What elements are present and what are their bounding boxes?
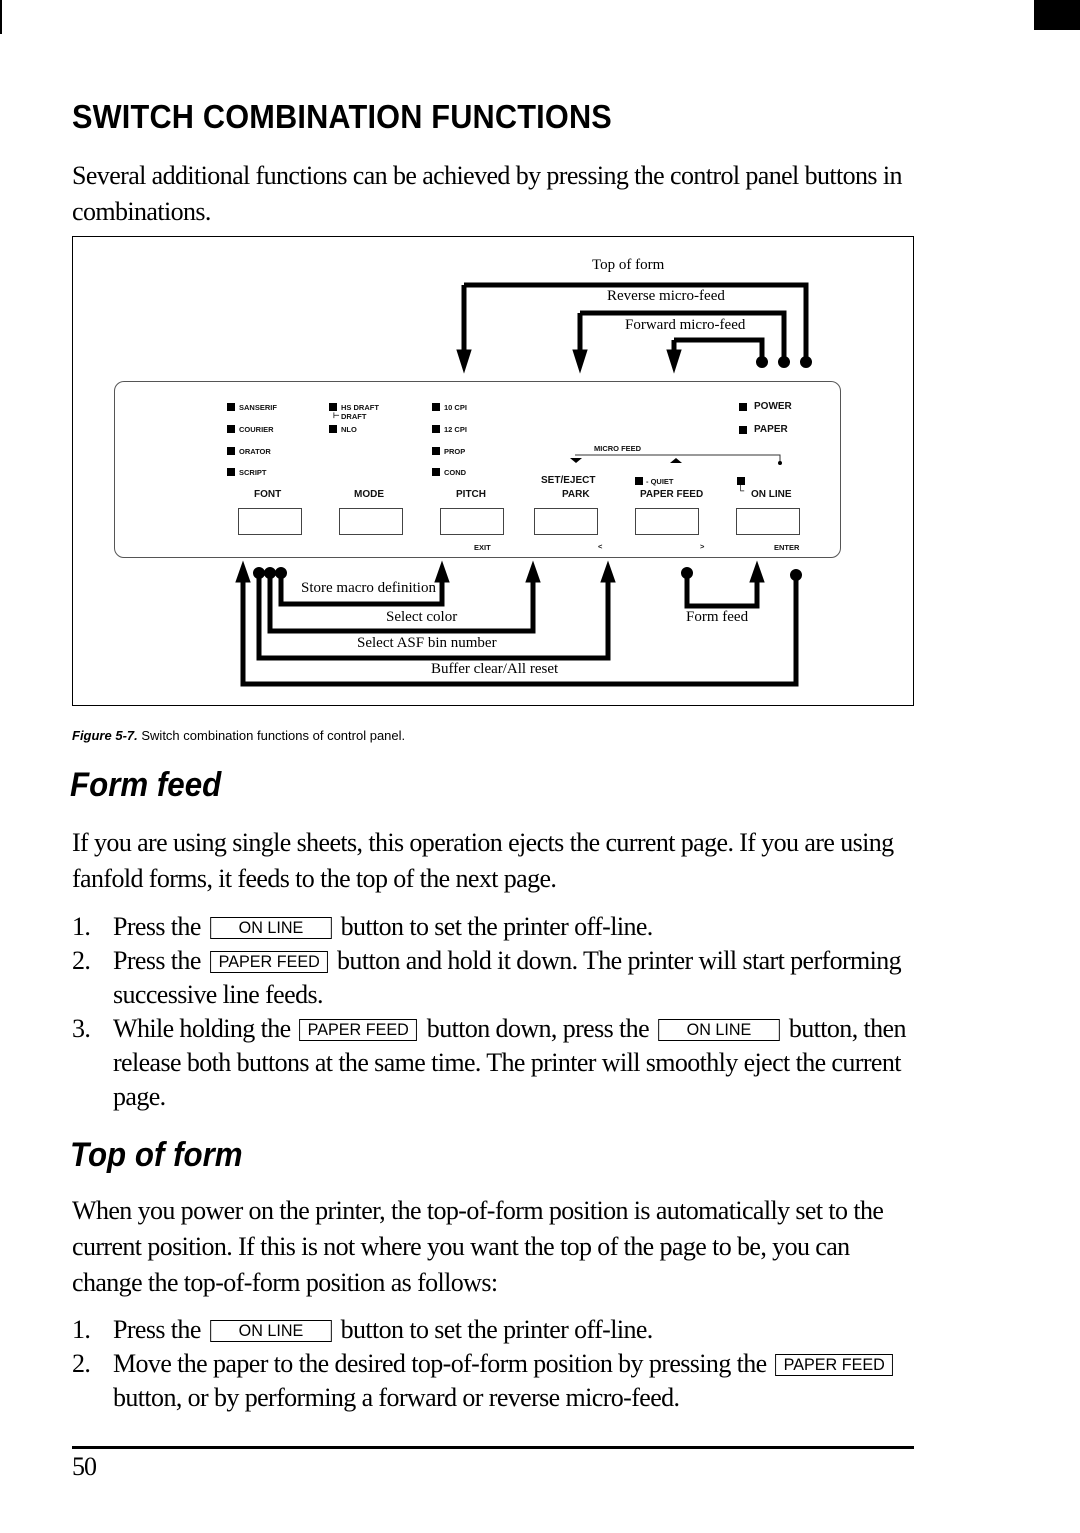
step-item: 2. Press the PAPER FEED button and hold …	[72, 946, 902, 1009]
set-eject-park-button[interactable]	[534, 508, 598, 535]
form-feed-steps: 1. Press the ON LINE button to set the p…	[72, 910, 917, 1114]
paper-feed-button-label: PAPER FEED	[640, 489, 704, 500]
paper-feed-key: PAPER FEED	[775, 1354, 894, 1376]
online-key: ON LINE	[209, 1320, 332, 1342]
online-button-label: ON LINE	[751, 489, 792, 500]
set-eject-label: SET/EJECT	[541, 475, 596, 486]
mode-button-label: MODE	[354, 489, 384, 500]
paper-feed-key: PAPER FEED	[209, 951, 328, 973]
step-item: 1. Press the ON LINE button to set the p…	[72, 912, 653, 941]
footer-rule	[72, 1446, 914, 1449]
font-button-label: FONT	[254, 489, 282, 500]
form-feed-paragraph: If you are using single sheets, this ope…	[72, 828, 894, 893]
park-label: PARK	[562, 489, 590, 500]
quiet-label: - QUIET	[646, 477, 674, 486]
online-key: ON LINE	[209, 917, 332, 939]
form-feed-heading: Form feed	[70, 766, 222, 804]
online-bracket: └	[737, 486, 745, 497]
caption-text: Switch combination functions of control …	[141, 728, 406, 743]
right-label: >	[700, 542, 705, 551]
top-of-form-paragraph: When you power on the printer, the top-o…	[72, 1196, 884, 1297]
micro-feed-up-icon	[670, 458, 682, 463]
top-of-form-steps: 1. Press the ON LINE button to set the p…	[72, 1313, 917, 1415]
mode-button[interactable]	[339, 508, 403, 535]
page-number: 50	[72, 1452, 97, 1481]
pitch-button[interactable]	[440, 508, 504, 535]
online-button[interactable]	[736, 508, 800, 535]
step-item: 3. While holding the PAPER FEED button d…	[72, 1014, 906, 1111]
online-key: ON LINE	[658, 1019, 780, 1041]
enter-label: ENTER	[774, 543, 800, 552]
dot-icon	[778, 461, 782, 465]
top-of-form-heading: Top of form	[70, 1136, 243, 1174]
led-indicator	[635, 477, 643, 485]
exit-label: EXIT	[474, 543, 491, 552]
caption-label: Figure 5-7.	[72, 728, 138, 743]
micro-feed-down-icon	[570, 458, 582, 463]
step-item: 1. Press the ON LINE button to set the p…	[72, 1315, 653, 1344]
paper-feed-button[interactable]	[635, 508, 699, 535]
pitch-button-label: PITCH	[456, 489, 486, 500]
figure-caption: Figure 5-7. Switch combination functions…	[72, 728, 405, 743]
led-indicator	[737, 477, 745, 485]
step-item: 2. Move the paper to the desired top-of-…	[72, 1347, 917, 1415]
paper-feed-key: PAPER FEED	[299, 1019, 418, 1041]
font-button[interactable]	[238, 508, 302, 535]
micro-feed-indicator	[570, 454, 782, 465]
left-label: <	[598, 542, 603, 551]
